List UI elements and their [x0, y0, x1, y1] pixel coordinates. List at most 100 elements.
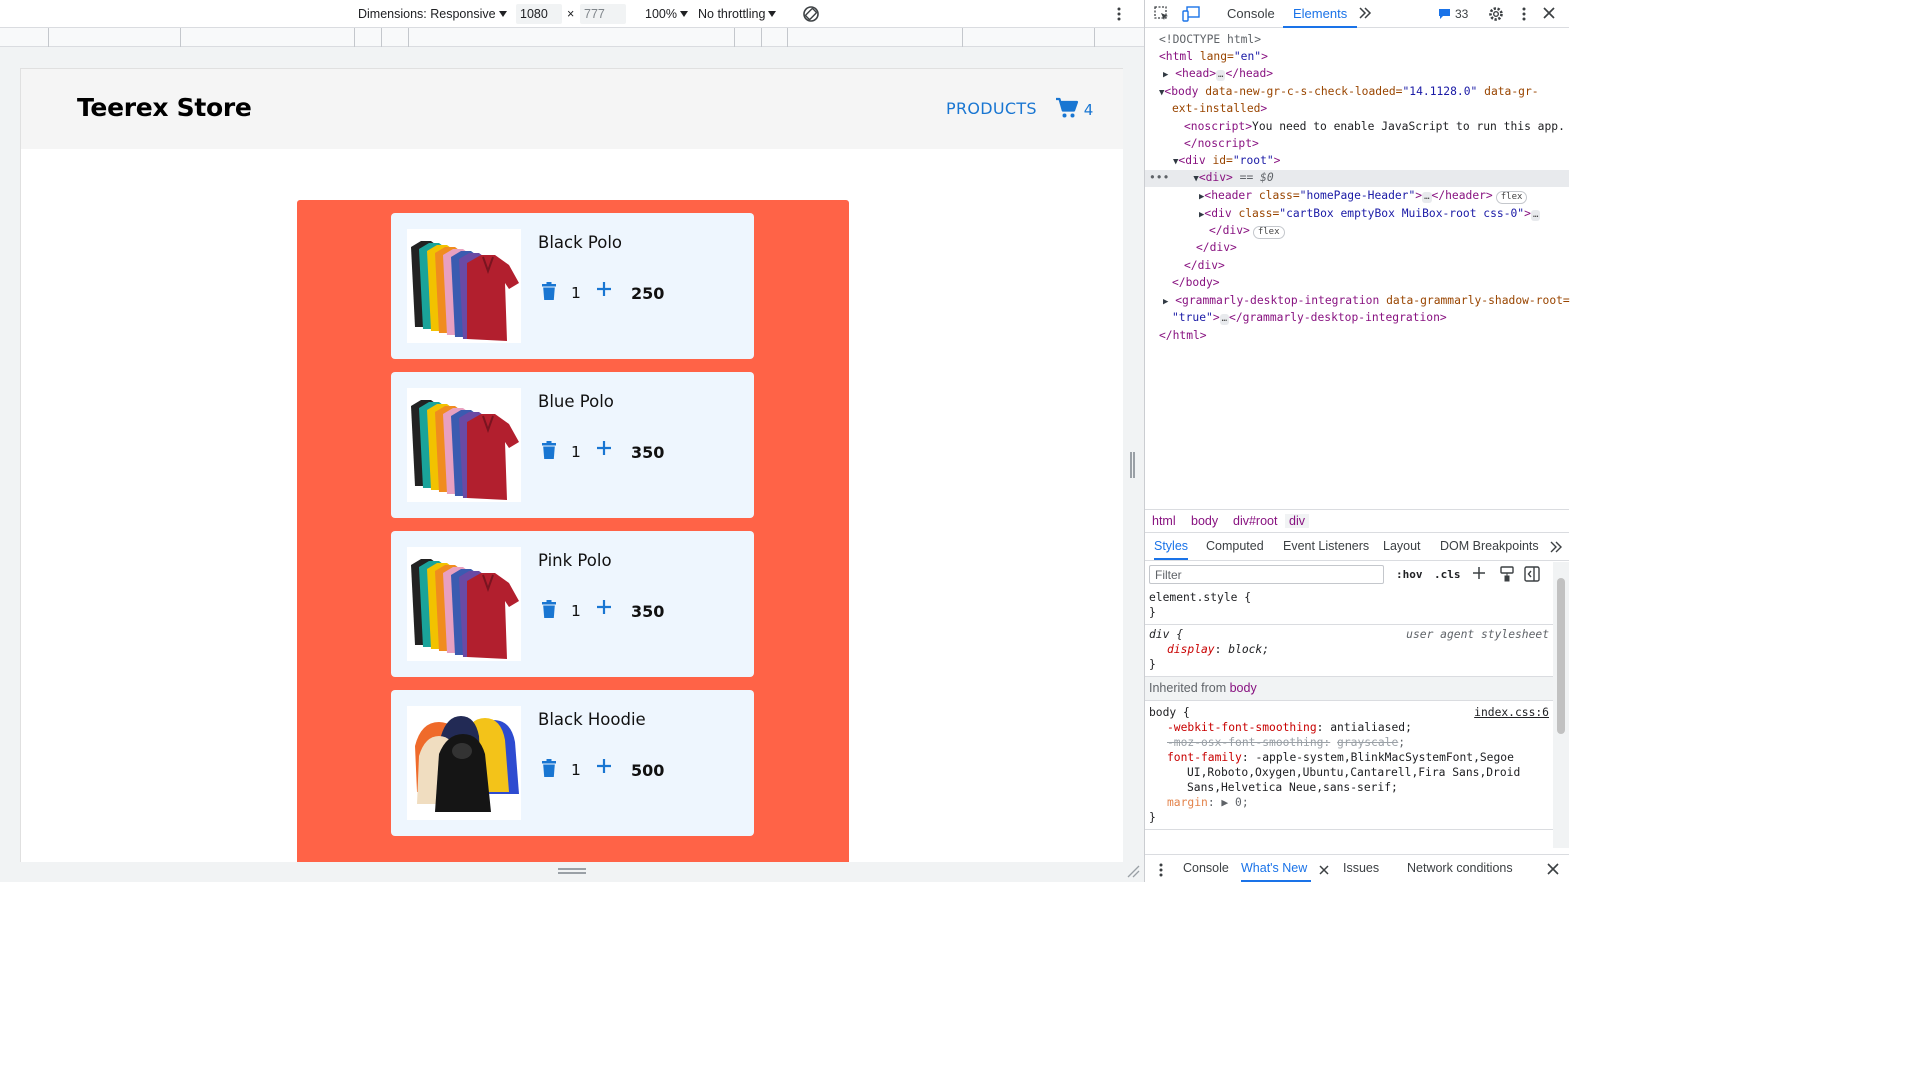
rule-div[interactable]: div {user agent stylesheet display: bloc…: [1145, 625, 1553, 677]
rule-element-style[interactable]: element.style { }: [1145, 588, 1553, 625]
resize-corner-icon[interactable]: [1126, 864, 1140, 878]
whats-new-label: What's New: [1241, 861, 1308, 875]
media-query-ruler[interactable]: [0, 28, 1144, 47]
cart-link[interactable]: 4: [1055, 97, 1093, 119]
cart-item: Black Hoodie 1 500: [391, 690, 754, 836]
device-toggle-icon[interactable]: [1182, 6, 1200, 25]
drawer-tab-network-conditions[interactable]: Network conditions: [1407, 861, 1513, 875]
add-icon[interactable]: [596, 281, 612, 302]
polo-shirts-image: [407, 547, 521, 661]
toggle-sidebar-icon[interactable]: [1524, 566, 1540, 585]
dom-node-header[interactable]: ▶<header class="homePage-Header">… </head…: [1199, 188, 1528, 205]
delete-icon[interactable]: [542, 759, 556, 782]
dimensions-dropdown[interactable]: Dimensions: Responsive: [358, 0, 507, 28]
drawer-tab-issues[interactable]: Issues: [1343, 861, 1379, 875]
dom-node-html-close: </html>: [1159, 329, 1207, 342]
close-icon[interactable]: [1319, 864, 1329, 878]
item-price: 500: [631, 761, 665, 780]
more-options-icon[interactable]: [1521, 6, 1527, 25]
dom-node-body-close: </body>: [1172, 276, 1220, 289]
inherited-from-link[interactable]: body: [1230, 681, 1257, 695]
dom-node-root-close: </div>: [1184, 259, 1225, 272]
devtools-tabbar: Console Elements 33: [1145, 0, 1569, 28]
cart-box: Black Polo 1 250 Blue Polo 1 350 Pink Po…: [297, 200, 849, 862]
add-icon[interactable]: [596, 440, 612, 461]
resize-handle-bottom[interactable]: [558, 868, 586, 874]
item-price: 350: [631, 602, 665, 621]
dom-node-grammarly-cont: "true">… </grammarly-desktop-integration>: [1172, 311, 1447, 325]
add-icon[interactable]: [596, 599, 612, 620]
resize-handle-right[interactable]: [1130, 452, 1135, 478]
store-brand[interactable]: Teerex Store: [77, 93, 252, 122]
cart-item: Black Polo 1 250: [391, 213, 754, 359]
device-toolbar: Dimensions: Responsive × 100% No throttl…: [0, 0, 1144, 28]
delete-icon[interactable]: [542, 282, 556, 305]
caret-down-icon: [679, 11, 688, 17]
drawer-menu-icon[interactable]: [1158, 862, 1164, 881]
cart-item: Blue Polo 1 350: [391, 372, 754, 518]
dom-node-body[interactable]: ▼<body data-new-gr-c-s-check-loaded="14.…: [1159, 84, 1539, 101]
drawer-tab-console[interactable]: Console: [1183, 861, 1229, 875]
throttling-dropdown[interactable]: No throttling: [698, 0, 777, 28]
breadcrumb: html body div#root div: [1145, 509, 1569, 533]
cart-item: Pink Polo 1 350: [391, 531, 754, 677]
breadcrumb-body[interactable]: body: [1191, 514, 1218, 528]
dom-node-cartbox[interactable]: ▶<div class="cartBox emptyBox MuiBox-roo…: [1199, 206, 1541, 223]
dom-node-noscript-close: </noscript>: [1184, 137, 1259, 150]
cls-toggle[interactable]: .cls: [1434, 568, 1461, 581]
issues-message-icon[interactable]: [1438, 8, 1451, 23]
tab-dom-breakpoints[interactable]: DOM Breakpoints: [1440, 539, 1539, 553]
polo-shirts-image: [407, 388, 521, 502]
source-link[interactable]: index.css:6: [1474, 705, 1549, 720]
inspect-element-icon[interactable]: [1154, 6, 1170, 25]
paint-format-icon[interactable]: [1500, 566, 1514, 585]
hoodies-image: [407, 706, 521, 820]
rotate-icon[interactable]: [801, 4, 821, 27]
products-link[interactable]: PRODUCTS: [946, 99, 1037, 118]
tab-event-listeners[interactable]: Event Listeners: [1283, 539, 1369, 553]
breadcrumb-div[interactable]: div: [1285, 514, 1309, 528]
close-drawer-icon[interactable]: [1547, 863, 1559, 878]
dom-node-div-close: </div>: [1196, 241, 1237, 254]
dom-node-noscript[interactable]: <noscript>You need to enable JavaScript …: [1184, 119, 1565, 135]
dom-node-root[interactable]: ▼<div id="root">: [1173, 153, 1280, 170]
drawer-tab-whats-new[interactable]: What's New: [1241, 861, 1312, 882]
zoom-dropdown[interactable]: 100%: [645, 0, 688, 28]
delete-icon[interactable]: [542, 600, 556, 623]
tab-computed[interactable]: Computed: [1206, 539, 1264, 553]
shopping-cart-icon: [1055, 97, 1084, 119]
dom-node-cartbox-close: </div> flex: [1209, 223, 1285, 239]
height-input[interactable]: [580, 4, 626, 24]
issues-count[interactable]: 33: [1455, 0, 1468, 28]
more-options-icon[interactable]: [1116, 6, 1122, 25]
tab-layout[interactable]: Layout: [1383, 539, 1421, 553]
new-style-rule-icon[interactable]: [1472, 566, 1488, 585]
add-icon[interactable]: [596, 758, 612, 779]
delete-icon[interactable]: [542, 441, 556, 464]
breadcrumb-html[interactable]: html: [1152, 514, 1176, 528]
dom-node-html[interactable]: <html lang="en">: [1159, 49, 1268, 65]
dom-node-doctype[interactable]: <!DOCTYPE html>: [1159, 32, 1261, 48]
rule-body[interactable]: body {index.css:6 -webkit-font-smoothing…: [1145, 701, 1553, 830]
expand-arrow-icon[interactable]: ▶: [1163, 70, 1168, 80]
polo-shirts-image: [407, 229, 521, 343]
settings-gear-icon[interactable]: [1487, 5, 1505, 26]
styles-scrollbar[interactable]: [1553, 562, 1569, 848]
styles-filter-input[interactable]: [1149, 565, 1384, 584]
dom-node-grammarly[interactable]: ▶ <grammarly-desktop-integration data-gr…: [1163, 293, 1570, 310]
close-icon[interactable]: [1543, 7, 1555, 22]
dom-node-head[interactable]: ▶ <head>… </head>: [1163, 66, 1273, 83]
dom-node-selected-div[interactable]: ••• ▼<div> == $0: [1145, 170, 1569, 187]
tab-console[interactable]: Console: [1227, 0, 1275, 28]
item-name: Blue Polo: [538, 392, 614, 411]
scroll-thumb[interactable]: [1557, 578, 1565, 734]
more-tabs-icon[interactable]: [1358, 5, 1372, 24]
dom-tree: <!DOCTYPE html> <html lang="en"> ▶ <head…: [1145, 30, 1570, 508]
tab-styles[interactable]: Styles: [1154, 539, 1189, 560]
breadcrumb-root[interactable]: div#root: [1233, 514, 1277, 528]
width-input[interactable]: [516, 4, 562, 24]
hov-toggle[interactable]: :hov: [1396, 568, 1423, 581]
tab-elements[interactable]: Elements: [1283, 0, 1358, 28]
more-tabs-icon[interactable]: [1549, 540, 1563, 557]
expand-arrow-icon[interactable]: ▶: [1163, 297, 1168, 307]
